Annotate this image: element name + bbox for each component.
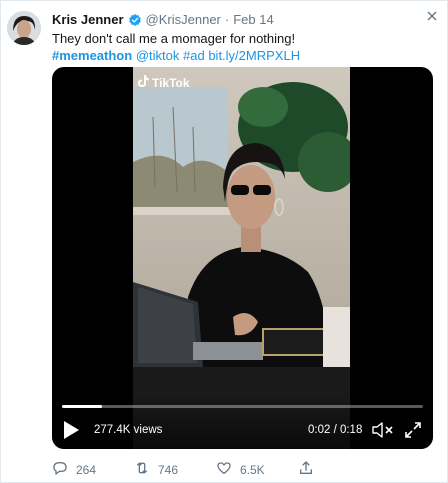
meta-separator: · — [224, 12, 230, 27]
play-icon[interactable] — [63, 421, 79, 439]
reply-icon — [52, 460, 68, 479]
share-button[interactable] — [298, 460, 314, 479]
tweet-text-line2: #memeathon @tiktok #ad bit.ly/2MRPXLH — [52, 47, 436, 64]
tiktok-logo-icon — [138, 75, 149, 90]
tweet-date[interactable]: Feb 14 — [233, 11, 273, 29]
share-icon — [298, 460, 314, 479]
video-controls-overlay — [52, 393, 433, 449]
like-count: 6.5K — [240, 462, 265, 477]
hashtag-memeathon[interactable]: #memeathon — [52, 48, 132, 63]
view-count: 277.4K views — [94, 424, 163, 436]
retweet-button[interactable]: 746 — [134, 460, 216, 479]
tweet-card: Kris Jenner @KrisJenner · Feb 14 They do… — [0, 0, 448, 483]
video-timecode: 0:02 / 0:18 — [308, 424, 363, 436]
short-link[interactable]: bit.ly/2MRPXLH — [208, 48, 300, 63]
like-button[interactable]: 6.5K — [216, 460, 298, 479]
tweet-header: Kris Jenner @KrisJenner · Feb 14 — [52, 11, 436, 29]
verified-badge-icon — [128, 13, 142, 27]
tweet-content: Kris Jenner @KrisJenner · Feb 14 They do… — [52, 11, 436, 64]
tweet-text-line1: They don't call me a momager for nothing… — [52, 31, 296, 46]
reply-button[interactable]: 264 — [52, 460, 134, 479]
fullscreen-icon[interactable] — [405, 422, 421, 438]
retweet-icon — [134, 460, 150, 479]
hashtag-ad[interactable]: #ad — [183, 48, 205, 63]
video-progress-fill — [62, 405, 102, 408]
tweet-actions: 264 746 6.5K — [52, 460, 314, 479]
mute-icon[interactable] — [372, 422, 394, 438]
tiktok-watermark-text: TikTok — [152, 75, 190, 90]
video-player[interactable]: TikTok 277.4K views 0:02 / 0:18 — [52, 67, 433, 449]
mention-tiktok[interactable]: @tiktok — [136, 48, 180, 63]
video-progress-bar[interactable] — [62, 405, 423, 408]
author-handle[interactable]: @KrisJenner — [146, 11, 221, 29]
reply-count: 264 — [76, 462, 97, 477]
avatar[interactable] — [7, 11, 41, 45]
tiktok-watermark: TikTok — [138, 75, 190, 90]
retweet-count: 746 — [158, 462, 179, 477]
tweet-text: They don't call me a momager for nothing… — [52, 30, 436, 64]
video-frame — [133, 67, 350, 449]
like-icon — [216, 460, 232, 479]
author-name[interactable]: Kris Jenner — [52, 11, 124, 29]
